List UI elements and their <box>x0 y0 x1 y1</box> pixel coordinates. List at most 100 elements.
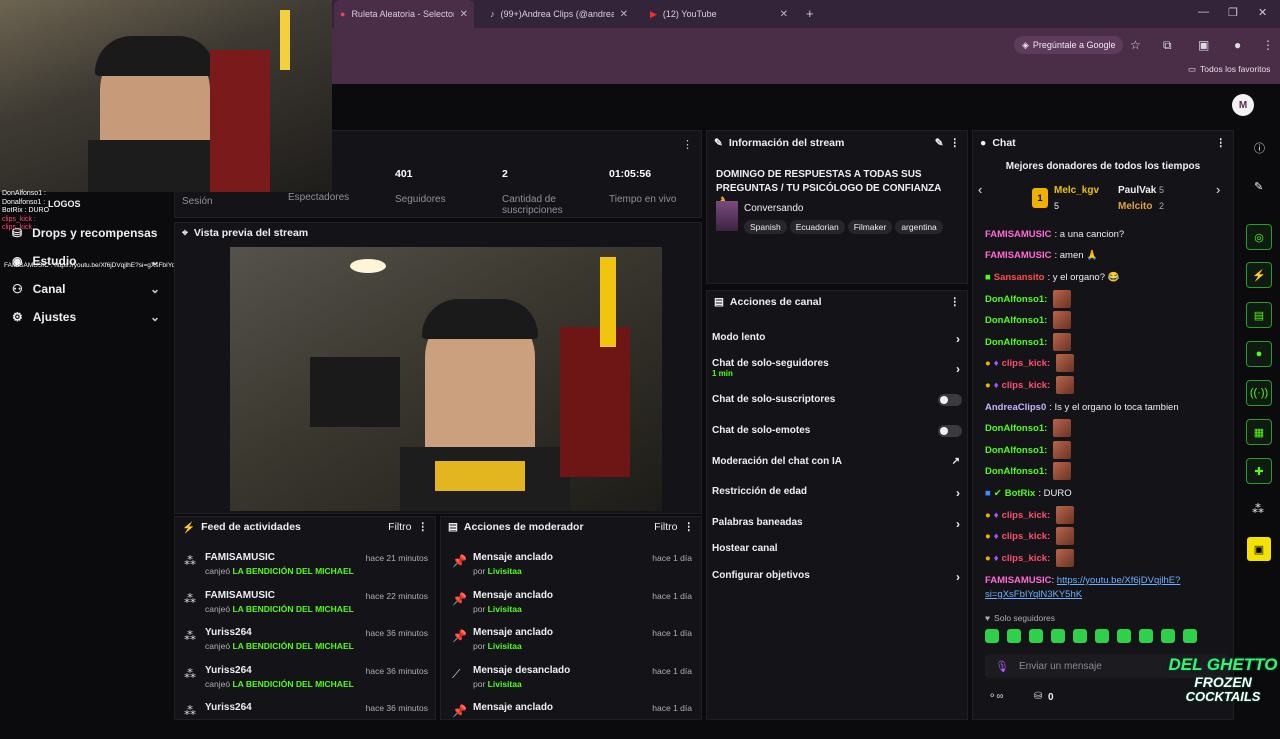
chat-username[interactable]: DonAlfonso1: <box>985 337 1047 348</box>
new-tab-button[interactable]: + <box>806 6 814 21</box>
microphone-icon[interactable]: 🎙 <box>995 660 1009 673</box>
subs-only-toggle[interactable] <box>938 394 962 406</box>
minimize-button[interactable]: — <box>1198 6 1209 18</box>
menu-dots-icon[interactable]: ⋮ <box>682 138 693 151</box>
sidebar-item-settings[interactable]: ⚙ Ajustes ⌄ <box>12 310 160 324</box>
network-icon[interactable]: ⁂ <box>1252 502 1264 516</box>
tag[interactable]: Spanish <box>744 220 787 234</box>
activity-row[interactable]: ⁂ Yuriss264 hace 36 minutos canjeó LA BE… <box>182 665 432 702</box>
emote-icon[interactable] <box>1139 629 1153 643</box>
tag[interactable]: argentina <box>895 220 943 234</box>
emote-icon[interactable] <box>1073 629 1087 643</box>
emote-icon[interactable] <box>1029 629 1043 643</box>
emote-icon[interactable] <box>1095 629 1109 643</box>
modaction-row[interactable]: 📌 Mensaje anclado hace 1 día por Livisit… <box>450 552 696 589</box>
close-tab-icon[interactable]: ✕ <box>620 9 628 20</box>
chat-bubble-icon[interactable]: ● <box>1246 341 1272 367</box>
activity-row[interactable]: ⁂ FAMISAMUSIC hace 22 minutos canjeó LA … <box>182 590 432 627</box>
edit-pencil-icon[interactable]: ✎ <box>935 137 944 149</box>
broadcast-icon[interactable]: ((·)) <box>1246 380 1272 406</box>
chat-username[interactable]: FAMISAMUSIC <box>985 250 1052 261</box>
menu-dots-icon[interactable]: ⋮ <box>1216 137 1227 149</box>
action-ai-moderation[interactable]: Moderación del chat con IA ↗ <box>712 456 964 467</box>
action-host-channel[interactable]: Hostear canal <box>712 543 964 554</box>
action-followers-only[interactable]: Chat de solo-seguidores 1 min › <box>712 358 964 378</box>
bolt-icon[interactable]: ⚡ <box>1246 262 1272 288</box>
browser-tab-youtube[interactable]: ▶ (12) YouTube ✕ <box>644 0 794 28</box>
tag[interactable]: Filmaker <box>847 220 893 234</box>
chat-username[interactable]: AndreaClips0 <box>985 402 1046 413</box>
action-banned-words[interactable]: Palabras baneadas › <box>712 517 964 531</box>
chat-username[interactable]: DonAlfonso1: <box>985 294 1047 305</box>
chat-username[interactable]: DonAlfonso1: <box>985 315 1047 326</box>
sidebar-item-channel[interactable]: ⚇ Canal ⌄ <box>12 282 160 296</box>
modaction-time: hace 1 día <box>652 590 692 601</box>
emote-icon[interactable] <box>1051 629 1065 643</box>
bookmark-star-icon[interactable]: ☆ <box>1130 38 1141 52</box>
avatar[interactable]: M <box>1232 94 1254 116</box>
gift-icon[interactable]: ⛁ <box>1034 691 1042 702</box>
restore-button[interactable]: ❐ <box>1228 6 1238 19</box>
emotes-only-toggle[interactable] <box>938 425 962 437</box>
menu-dots-icon[interactable]: ⋮ <box>1262 38 1274 52</box>
close-tab-icon[interactable]: ✕ <box>780 9 788 20</box>
tag[interactable]: Ecuadorian <box>789 220 845 234</box>
emote-icon[interactable] <box>1161 629 1175 643</box>
emote-icon[interactable] <box>985 629 999 643</box>
chevron-right-icon[interactable]: › <box>1216 182 1220 197</box>
info-icon[interactable]: ⓘ <box>1254 140 1265 156</box>
screen-capture-icon[interactable]: ◎ <box>1246 224 1272 250</box>
chat-username[interactable]: BotRix <box>1005 488 1036 499</box>
chat-username[interactable]: clips_kick: <box>1002 531 1051 542</box>
chat-username[interactable]: clips_kick: <box>1002 553 1051 564</box>
menu-dots-icon[interactable]: ⋮ <box>950 137 961 149</box>
emote-icon[interactable] <box>1183 629 1197 643</box>
extensions-icon[interactable]: ⧉ <box>1163 38 1172 53</box>
all-bookmarks-link[interactable]: ▭ Todos los favoritos <box>1188 64 1270 75</box>
browser-tab-ruleta[interactable]: ● Ruleta Aleatoria - Selector Pers ✕ <box>334 0 474 28</box>
close-tab-icon[interactable]: ✕ <box>460 9 468 20</box>
chat-username[interactable]: FAMISAMUSIC <box>985 229 1052 240</box>
action-subs-only[interactable]: Chat de solo-suscriptores <box>712 394 964 406</box>
ask-google-button[interactable]: ◈ Pregúntale a Google <box>1014 36 1124 54</box>
watermark-line: DEL GHETTO <box>1168 655 1278 674</box>
document-icon[interactable]: ▤ <box>1246 302 1272 328</box>
activity-row[interactable]: ⁂ Yuriss264 hace 36 minutos canjeó LA BE… <box>182 627 432 664</box>
action-age-restriction[interactable]: Restricción de edad › <box>712 486 964 500</box>
edit-icon[interactable]: ✎ <box>1254 180 1263 193</box>
browser-tab-andrea[interactable]: ♪ (99+)Andrea Clips (@andreaclip ✕ <box>484 0 634 28</box>
chat-username[interactable]: DonAlfonso1: <box>985 466 1047 477</box>
close-window-button[interactable]: ✕ <box>1258 6 1267 19</box>
action-slow-mode[interactable]: Modo lento › <box>712 332 964 346</box>
stream-preview-video[interactable] <box>230 247 662 511</box>
chevron-left-icon[interactable]: ‹ <box>978 182 982 197</box>
action-goals[interactable]: Configurar objetivos › <box>712 570 964 584</box>
modaction-row[interactable]: ⟋ Mensaje desanclado hace 1 día por Livi… <box>450 665 696 702</box>
clapper-icon[interactable]: ▣ <box>1247 537 1271 561</box>
menu-dots-icon[interactable]: ⋮ <box>418 521 429 533</box>
list-icon[interactable]: ▦ <box>1246 419 1272 445</box>
emote-icon[interactable] <box>1007 629 1021 643</box>
modaction-row[interactable]: 📌 Mensaje anclado hace 1 día por Livisit… <box>450 590 696 627</box>
chat-username[interactable]: clips_kick: <box>1002 380 1051 391</box>
action-emotes-only[interactable]: Chat de solo-emotes <box>712 425 964 437</box>
chat-username[interactable]: FAMISAMUSIC <box>985 575 1052 586</box>
profile-icon[interactable]: ● <box>1234 38 1241 52</box>
emote-icon[interactable] <box>1117 629 1131 643</box>
filter-button[interactable]: Filtro <box>388 521 411 533</box>
modaction-row[interactable]: 📌 Mensaje anclado hace 1 día por Livisit… <box>450 627 696 664</box>
filter-button[interactable]: Filtro <box>654 521 677 533</box>
modaction-row[interactable]: 📌 Mensaje anclado hace 1 día <box>450 702 696 739</box>
wrench-icon[interactable]: ✚ <box>1246 458 1272 484</box>
points-icon[interactable]: ⚬∞ <box>988 691 1004 702</box>
chat-username[interactable]: clips_kick: <box>1002 510 1051 521</box>
activity-row[interactable]: ⁂ FAMISAMUSIC hace 21 minutos canjeó LA … <box>182 552 432 589</box>
chat-username[interactable]: DonAlfonso1: <box>985 423 1047 434</box>
sidepanel-icon[interactable]: ▣ <box>1198 38 1209 52</box>
chat-username[interactable]: Sansansito <box>994 272 1045 283</box>
chat-username[interactable]: DonAlfonso1: <box>985 445 1047 456</box>
chat-username[interactable]: clips_kick: <box>1002 358 1051 369</box>
menu-dots-icon[interactable]: ⋮ <box>950 296 961 308</box>
activity-row[interactable]: ⁂ Yuriss264 hace 36 minutos <box>182 702 432 739</box>
menu-dots-icon[interactable]: ⋮ <box>684 521 695 533</box>
